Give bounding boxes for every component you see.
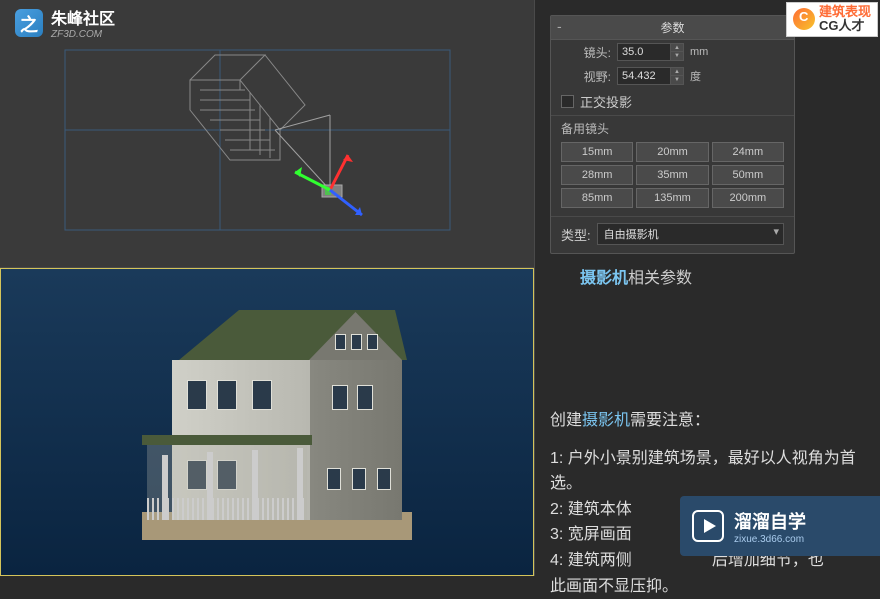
fov-label: 视野: <box>561 68 611 85</box>
preset-grid: 15mm 20mm 24mm 28mm 35mm 50mm 85mm 135mm… <box>551 139 794 216</box>
preset-135mm[interactable]: 135mm <box>636 188 708 208</box>
spinner-down-icon[interactable]: ▼ <box>671 52 683 60</box>
preset-200mm[interactable]: 200mm <box>712 188 784 208</box>
note-line-1: 1: 户外小景别建筑场景，最好以人视角为首选。 <box>550 446 865 497</box>
camera-type-dropdown[interactable]: 自由摄影机 <box>597 223 784 245</box>
logo-subtitle: ZF3D.COM <box>51 29 115 40</box>
badge-top: 建筑表现 CG人才 <box>786 2 878 37</box>
type-label: 类型: <box>561 225 591 244</box>
camera-params-panel: 参数 镜头: ▲ ▼ mm 视野: ▲ ▼ <box>550 15 795 254</box>
preset-24mm[interactable]: 24mm <box>712 142 784 162</box>
wireframe-scene <box>55 35 475 235</box>
viewport-top[interactable]: 朱峰社区 ZF3D.COM <box>0 0 534 268</box>
fov-unit: 度 <box>690 68 701 84</box>
house-render <box>92 295 442 545</box>
badge-top-icon <box>793 8 815 30</box>
help-text: 摄影机相关参数 <box>550 264 865 288</box>
ortho-label: 正交投影 <box>580 92 632 111</box>
panel-header[interactable]: 参数 <box>551 16 794 40</box>
fov-spinner[interactable]: ▲ ▼ <box>617 67 684 85</box>
lens-input[interactable] <box>618 44 670 60</box>
spinner-up-icon[interactable]: ▲ <box>671 44 683 52</box>
logo-title: 朱峰社区 <box>51 5 115 29</box>
preset-15mm[interactable]: 15mm <box>561 142 633 162</box>
fov-input[interactable] <box>618 68 670 84</box>
presets-label: 备用镜头 <box>551 115 794 139</box>
lens-spinner[interactable]: ▲ ▼ <box>617 43 684 61</box>
preset-20mm[interactable]: 20mm <box>636 142 708 162</box>
logo-watermark: 朱峰社区 ZF3D.COM <box>15 5 115 40</box>
logo-icon <box>15 9 43 37</box>
badge-bottom[interactable]: 溜溜自学 zixue.3d66.com <box>680 496 880 556</box>
preset-85mm[interactable]: 85mm <box>561 188 633 208</box>
lens-unit: mm <box>690 46 708 58</box>
preset-50mm[interactable]: 50mm <box>712 165 784 185</box>
preset-28mm[interactable]: 28mm <box>561 165 633 185</box>
spinner-up-icon[interactable]: ▲ <box>671 68 683 76</box>
play-icon <box>692 510 724 542</box>
preset-35mm[interactable]: 35mm <box>636 165 708 185</box>
ortho-checkbox[interactable] <box>561 95 574 108</box>
viewport-perspective[interactable] <box>0 268 534 576</box>
spinner-down-icon[interactable]: ▼ <box>671 76 683 84</box>
lens-label: 镜头: <box>561 44 611 61</box>
